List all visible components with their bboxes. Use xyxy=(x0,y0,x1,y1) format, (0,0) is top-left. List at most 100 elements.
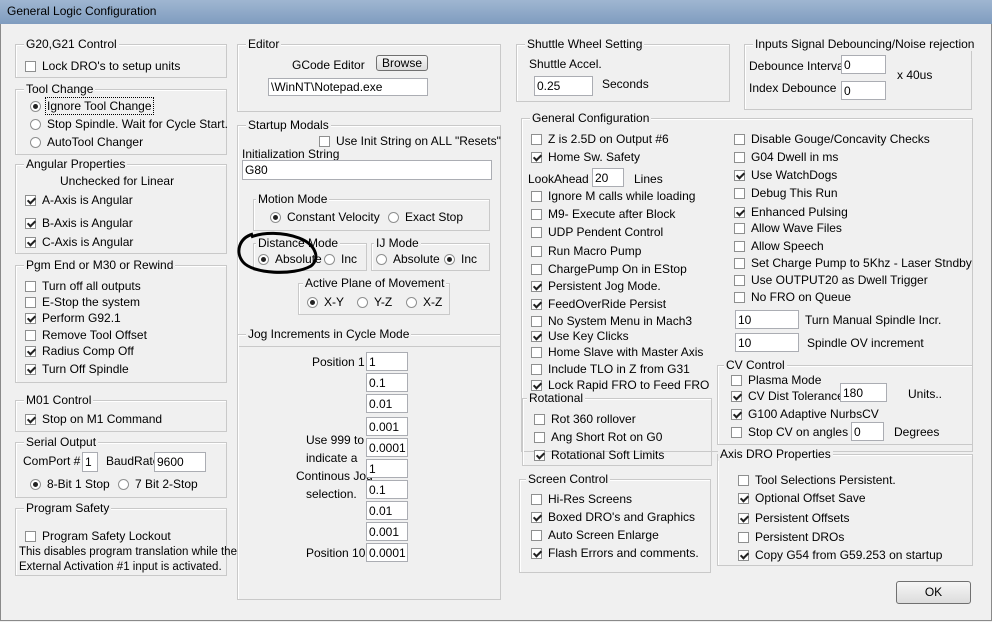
ok-button[interactable]: OK xyxy=(896,581,971,604)
init-string-field[interactable]: G80 xyxy=(242,160,492,180)
rot-360-checkbox[interactable]: Rot 360 rollover xyxy=(534,412,636,426)
persistent-jog-checkbox[interactable]: Persistent Jog Mode. xyxy=(531,279,661,293)
cv-dist-tolerance-checkbox[interactable]: CV Dist Tolerance xyxy=(731,389,844,403)
jog-field-3[interactable]: 0.01 xyxy=(366,394,408,413)
jog-field-4[interactable]: 0.001 xyxy=(366,417,408,436)
rotational-soft-limits-checkbox[interactable]: Rotational Soft Limits xyxy=(534,448,664,462)
program-safety-lockout-checkbox[interactable]: Program Safety Lockout xyxy=(25,529,171,543)
allow-speech-checkbox[interactable]: Allow Speech xyxy=(734,239,824,253)
lock-rapid-fro-checkbox[interactable]: Lock Rapid FRO to Feed FRO xyxy=(531,378,709,392)
radio-exact-stop[interactable]: Exact Stop xyxy=(388,210,463,224)
use-output20-checkbox[interactable]: Use OUTPUT20 as Dwell Trigger xyxy=(734,273,928,287)
checkbox-box xyxy=(731,427,742,438)
include-tlo-checkbox[interactable]: Include TLO in Z from G31 xyxy=(531,362,690,376)
copy-g54-checkbox[interactable]: Copy G54 from G59.253 on startup xyxy=(738,548,942,562)
use-watchdogs-checkbox[interactable]: Use WatchDogs xyxy=(734,168,837,182)
flash-errors-checkbox[interactable]: Flash Errors and comments. xyxy=(531,546,699,560)
use-key-clicks-checkbox[interactable]: Use Key Clicks xyxy=(531,329,629,343)
perform-g92-checkbox[interactable]: Perform G92.1 xyxy=(25,311,121,325)
editor-path-field[interactable]: \WinNT\Notepad.exe xyxy=(268,78,428,96)
spindle-incr-field[interactable]: 10 xyxy=(735,310,799,329)
radio-distance-inc[interactable]: Inc xyxy=(324,252,357,266)
jog-field-8[interactable]: 0.01 xyxy=(366,501,408,520)
run-macro-pump-checkbox[interactable]: Run Macro Pump xyxy=(531,244,641,258)
stop-m1-checkbox[interactable]: Stop on M1 Command xyxy=(25,412,162,426)
c-axis-angular-checkbox[interactable]: C-Axis is Angular xyxy=(25,235,133,249)
remove-tool-offset-checkbox[interactable]: Remove Tool Offset xyxy=(25,328,147,342)
lookahead-field[interactable]: 20 xyxy=(592,168,624,187)
a-axis-angular-checkbox[interactable]: A-Axis is Angular xyxy=(25,193,133,207)
no-fro-on-queue-checkbox[interactable]: No FRO on Queue xyxy=(734,290,851,304)
radio-ij-absolute[interactable]: Absolute xyxy=(376,252,440,266)
auto-screen-enlarge-checkbox[interactable]: Auto Screen Enlarge xyxy=(531,528,659,542)
index-debounce-field[interactable]: 0 xyxy=(841,81,886,100)
cv-dist-tolerance-field[interactable]: 180 xyxy=(840,383,887,402)
turn-off-spindle-checkbox[interactable]: Turn Off Spindle xyxy=(25,362,129,376)
b-axis-angular-checkbox[interactable]: B-Axis is Angular xyxy=(25,216,133,230)
boxed-dros-checkbox[interactable]: Boxed DRO's and Graphics xyxy=(531,510,695,524)
radio-8bit-1stop[interactable]: 8-Bit 1 Stop xyxy=(30,477,110,491)
radio-ij-inc[interactable]: Inc xyxy=(444,252,477,266)
udp-pendent-checkbox[interactable]: UDP Pendent Control xyxy=(531,225,663,239)
radio-plane-xz[interactable]: X-Z xyxy=(406,295,442,309)
stop-cv-angles-checkbox[interactable]: Stop CV on angles > xyxy=(731,425,858,439)
disable-gouge-checkbox[interactable]: Disable Gouge/Concavity Checks xyxy=(734,132,930,146)
use-init-string-checkbox[interactable]: Use Init String on ALL "Resets" xyxy=(319,134,501,148)
g100-nurbs-checkbox[interactable]: G100 Adaptive NurbsCV xyxy=(731,407,879,421)
jog-field-1[interactable]: 1 xyxy=(366,352,408,371)
turn-off-outputs-checkbox[interactable]: Turn off all outputs xyxy=(25,279,141,293)
radio-plane-xy[interactable]: X-Y xyxy=(307,295,344,309)
charge-pump-5khz-checkbox[interactable]: Set Charge Pump to 5Khz - Laser Stndby xyxy=(734,256,972,270)
jog-field-6[interactable]: 1 xyxy=(366,459,408,478)
no-system-menu-checkbox[interactable]: No System Menu in Mach3 xyxy=(531,314,692,328)
spindle-ov-field[interactable]: 10 xyxy=(735,333,799,352)
checkbox-box xyxy=(531,380,542,391)
z-on-output6-checkbox[interactable]: Z is 2.5D on Output #6 xyxy=(531,132,669,146)
radio-constant-velocity[interactable]: Constant Velocity xyxy=(270,210,380,224)
checkbox-box xyxy=(531,548,542,559)
enhanced-pulsing-checkbox[interactable]: Enhanced Pulsing xyxy=(734,205,848,219)
debounce-interval-field[interactable]: 0 xyxy=(841,55,886,74)
radio-7bit-2stop[interactable]: 7 Bit 2-Stop xyxy=(118,477,198,491)
persistent-dros-checkbox[interactable]: Persistent DROs xyxy=(738,530,844,544)
jog-field-9[interactable]: 0.001 xyxy=(366,522,408,541)
radio-ignore-tool-change[interactable]: Ignore Tool Change xyxy=(30,97,154,115)
browse-button[interactable]: Browse xyxy=(376,55,428,71)
checkbox-label: Disable Gouge/Concavity Checks xyxy=(751,132,930,146)
g04-dwell-ms-checkbox[interactable]: G04 Dwell in ms xyxy=(734,150,838,164)
comport-field[interactable]: 1 xyxy=(82,452,98,472)
radio-plane-yz[interactable]: Y-Z xyxy=(357,295,392,309)
ignore-m-calls-checkbox[interactable]: Ignore M calls while loading xyxy=(531,189,695,203)
radio-autotool-changer[interactable]: AutoTool Changer xyxy=(30,135,143,149)
group-title: G20,G21 Control xyxy=(24,37,119,51)
estop-system-checkbox[interactable]: E-Stop the system xyxy=(25,295,140,309)
jog-field-2[interactable]: 0.1 xyxy=(366,373,408,392)
jog-field-5[interactable]: 0.0001 xyxy=(366,438,408,457)
lock-dros-checkbox[interactable]: Lock DRO's to setup units xyxy=(25,59,180,73)
stop-cv-angles-field[interactable]: 0 xyxy=(851,422,884,441)
persistent-offsets-checkbox[interactable]: Persistent Offsets xyxy=(738,511,849,525)
checkbox-box xyxy=(531,347,542,358)
ang-short-rot-checkbox[interactable]: Ang Short Rot on G0 xyxy=(534,430,662,444)
debug-this-run-checkbox[interactable]: Debug This Run xyxy=(734,186,838,200)
chargepump-estop-checkbox[interactable]: ChargePump On in EStop xyxy=(531,262,687,276)
tool-selections-persistent-checkbox[interactable]: Tool Selections Persistent. xyxy=(738,473,896,487)
radio-dot xyxy=(444,254,455,265)
radio-dot xyxy=(30,479,41,490)
jog-field-10[interactable]: 0.0001 xyxy=(366,543,408,562)
program-safety-group: Program Safety Program Safety Lockout Th… xyxy=(15,501,237,576)
plasma-mode-checkbox[interactable]: Plasma Mode xyxy=(731,373,821,387)
radius-comp-off-checkbox[interactable]: Radius Comp Off xyxy=(25,344,134,358)
home-sw-safety-checkbox[interactable]: Home Sw. Safety xyxy=(531,150,640,164)
shuttle-accel-field[interactable]: 0.25 xyxy=(534,76,593,96)
feedoverride-persist-checkbox[interactable]: FeedOverRide Persist xyxy=(531,297,666,311)
m9-execute-checkbox[interactable]: M9- Execute after Block xyxy=(531,207,675,221)
jog-field-7[interactable]: 0.1 xyxy=(366,480,408,499)
allow-wave-files-checkbox[interactable]: Allow Wave Files xyxy=(734,221,842,235)
baudrate-field[interactable]: 9600 xyxy=(154,452,206,472)
group-title: Startup Modals xyxy=(246,118,331,132)
hi-res-screens-checkbox[interactable]: Hi-Res Screens xyxy=(531,492,632,506)
optional-offset-save-checkbox[interactable]: Optional Offset Save xyxy=(738,491,866,505)
radio-stop-spindle[interactable]: Stop Spindle. Wait for Cycle Start. xyxy=(30,117,228,131)
home-slave-checkbox[interactable]: Home Slave with Master Axis xyxy=(531,345,703,359)
